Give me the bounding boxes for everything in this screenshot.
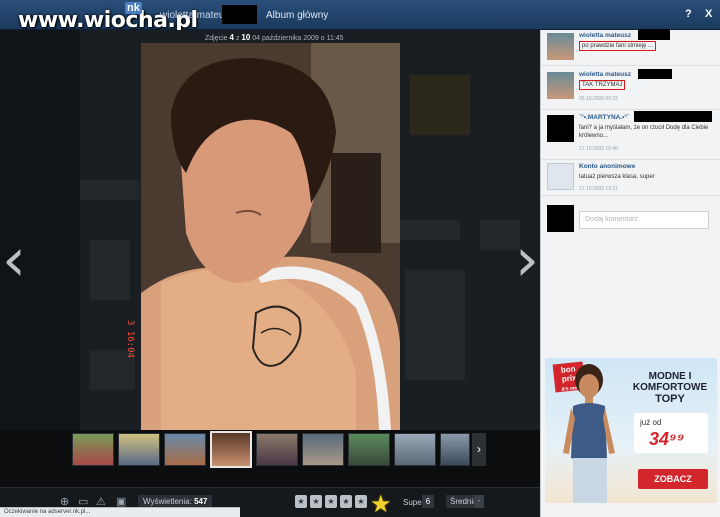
- thumbnail-next-button[interactable]: ›: [472, 433, 486, 466]
- star-icon[interactable]: ★: [340, 495, 352, 508]
- ad-model-image: [563, 364, 615, 503]
- photo-date: 04 października 2009 o 11:45: [252, 35, 344, 42]
- bg-element: [90, 240, 130, 300]
- censor-bar: [638, 69, 672, 79]
- thumbnail[interactable]: [72, 433, 114, 466]
- timestamp-overlay: 3 16:04: [125, 320, 135, 358]
- photo-info: Zdjęcie 4 z 10 04 października 2009 o 11…: [205, 33, 344, 42]
- comment-date: 17.10.2009 13:11: [579, 186, 618, 192]
- comment-author[interactable]: `°•.MARTYNA.•°`: [579, 114, 629, 121]
- comment-author[interactable]: wioletta mateusz: [579, 32, 631, 39]
- main-photo[interactable]: [141, 43, 400, 430]
- anonymous-avatar-icon[interactable]: [547, 163, 574, 190]
- bg-element: [410, 75, 470, 135]
- star-icon[interactable]: ★: [295, 495, 307, 508]
- thumbnail[interactable]: [440, 433, 470, 466]
- censor-bar: [634, 111, 712, 122]
- bg-element: [405, 330, 465, 380]
- comment-text: po prawdzie fani stmieję ...: [579, 41, 713, 51]
- thumbnail[interactable]: [348, 433, 390, 466]
- photo-info-prefix: Zdjęcie: [205, 35, 228, 42]
- ad-price-from: już od: [640, 418, 662, 427]
- comment-item: wioletta mateusz po prawdzie fani stmiej…: [541, 29, 720, 66]
- ad-headline-2: TOPY: [655, 393, 685, 405]
- breadcrumb-album[interactable]: Album główny: [266, 10, 328, 21]
- comment-item: Konto anonimowe tatuaż pierwsza klasa, s…: [541, 160, 720, 196]
- comment-author[interactable]: wioletta mateusz: [579, 71, 631, 78]
- comment-text-highlight: po prawdzie fani stmieję ...: [579, 41, 657, 51]
- photo-total: 10: [241, 33, 251, 42]
- super-star-icon[interactable]: ★: [370, 490, 392, 517]
- censor-bar: [638, 29, 670, 40]
- previous-photo-arrow[interactable]: ‹: [2, 230, 26, 290]
- thumbnail-strip: [70, 431, 490, 469]
- thumbnail[interactable]: [302, 433, 344, 466]
- censor-bar: [222, 5, 257, 24]
- comment-item: `°•.MARTYNA.•°` fani? a ja myślałam, że …: [541, 110, 720, 160]
- current-user-avatar: [547, 205, 574, 232]
- bg-element: [80, 180, 140, 200]
- bg-element: [405, 270, 465, 330]
- thumbnail[interactable]: [394, 433, 436, 466]
- photo-viewer-window: www.wiocha.pl nk wioletta mateusz Album …: [0, 0, 720, 517]
- comment-date: 05.10.2009 09:22: [579, 96, 618, 102]
- nk-logo: nk: [125, 2, 142, 14]
- next-photo-arrow[interactable]: ›: [515, 230, 539, 290]
- thumbnail[interactable]: [256, 433, 298, 466]
- avatar[interactable]: [547, 72, 574, 99]
- views-value: 547: [194, 497, 208, 506]
- thumbnail[interactable]: [118, 433, 160, 466]
- views-label: Wyświetlenia:: [143, 497, 192, 506]
- browser-status-bar: Oczekiwanie na adserver.nk.pl...: [0, 507, 240, 517]
- comment-author[interactable]: Konto anonimowe: [579, 163, 635, 170]
- ad-price: 34⁹⁹: [649, 429, 685, 449]
- comment-text: fani? a ja myślałam, że on rzucił Dodę d…: [579, 125, 709, 139]
- star-icon[interactable]: ★: [355, 495, 367, 508]
- comment-text: tatuaż pierwsza klasa, super: [579, 174, 655, 180]
- help-button[interactable]: ?: [685, 8, 692, 20]
- close-button[interactable]: X: [705, 8, 712, 20]
- header-bar: www.wiocha.pl nk wioletta mateusz Album …: [0, 0, 720, 33]
- bg-element: [480, 220, 520, 250]
- thumbnail[interactable]: [164, 433, 206, 466]
- comment-text: TAK TRZYMAJ: [579, 80, 713, 90]
- thumbnail-selected[interactable]: [210, 431, 252, 468]
- super-count: 6: [422, 495, 434, 508]
- avatar[interactable]: [547, 33, 574, 60]
- bg-element: [400, 220, 460, 240]
- comment-date: 17.10.2009 15:40: [579, 146, 618, 152]
- photo-image: [141, 43, 400, 430]
- ad-headline: MODNE I KOMFORTOWE: [632, 371, 708, 393]
- photo-index: 4: [229, 33, 234, 42]
- comment-text-highlight: TAK TRZYMAJ: [579, 80, 626, 90]
- comment-item: wioletta mateusz TAK TRZYMAJ 05.10.2009 …: [541, 66, 720, 110]
- advertisement-banner[interactable]: bon prix it's me! MODNE I KOMFORTOWE TOP…: [545, 358, 717, 503]
- star-icon[interactable]: ★: [310, 495, 322, 508]
- comment-input[interactable]: Dodaj komentarz: [579, 211, 709, 229]
- star-icon[interactable]: ★: [325, 495, 337, 508]
- avatar[interactable]: [547, 115, 574, 142]
- ad-cta-button[interactable]: ZOBACZ: [638, 469, 708, 489]
- photo-of: z: [235, 35, 240, 42]
- average-value[interactable]: -: [474, 495, 484, 508]
- photo-viewer: Zdjęcie 4 z 10 04 października 2009 o 11…: [0, 30, 540, 430]
